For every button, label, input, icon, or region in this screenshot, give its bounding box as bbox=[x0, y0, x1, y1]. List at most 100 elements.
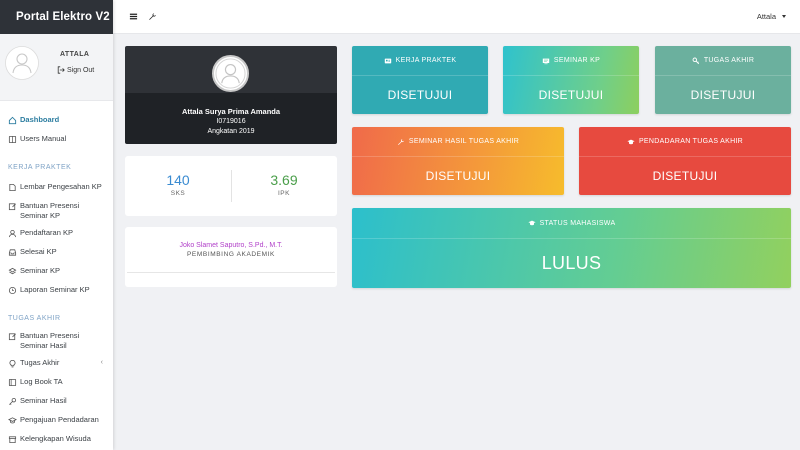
sidebar-item-label: Seminar KP bbox=[20, 266, 61, 275]
lightbulb-icon bbox=[9, 359, 16, 367]
sidebar-item-label: Laporan Seminar KP bbox=[20, 285, 90, 294]
sidebar-item-label: Pengajuan Pendadaran bbox=[20, 415, 99, 424]
box-value: DISETUJUI bbox=[387, 88, 453, 102]
sign-out-label: Sign Out bbox=[67, 66, 95, 74]
profile-details: Attala Surya Prima Amanda I0719016 Angka… bbox=[125, 93, 337, 144]
nav-header-tugas-akhir: TUGAS AKHIR bbox=[8, 315, 61, 322]
sks-value: 140 bbox=[166, 172, 190, 188]
status-box-seminar-hasil[interactable]: SEMINAR HASIL TUGAS AKHIR DISETUJUI bbox=[352, 127, 564, 195]
advisor-name: Joko Slamet Saputro, S.Pd., M.T. bbox=[179, 242, 283, 249]
sks-label: SKS bbox=[170, 190, 186, 197]
layers-icon bbox=[8, 267, 17, 274]
wrench-icon[interactable] bbox=[148, 12, 157, 21]
profile-name: Attala Surya Prima Amanda bbox=[181, 107, 281, 116]
sidebar-item-users-manual[interactable]: Users Manual bbox=[0, 134, 113, 144]
sidebar-item-label: Selesai KP bbox=[20, 247, 57, 256]
box-value: DISETUJUI bbox=[690, 88, 756, 102]
book-icon bbox=[8, 135, 17, 143]
sidebar-item-seminar-kp[interactable]: Seminar KP bbox=[0, 266, 113, 276]
status-box-seminar-kp[interactable]: SEMINAR KP DISETUJUI bbox=[503, 46, 639, 114]
key-icon bbox=[9, 397, 17, 405]
profile-card: Attala Surya Prima Amanda I0719016 Angka… bbox=[125, 46, 337, 144]
ipk-label: IPK bbox=[278, 190, 290, 197]
box-header: SEMINAR KP bbox=[503, 46, 639, 75]
box-title: PENDADARAN TUGAS AKHIR bbox=[638, 138, 744, 145]
user-icon bbox=[8, 229, 17, 237]
box-value: DISETUJUI bbox=[425, 169, 491, 183]
app-title[interactable]: Portal Elektro V2 bbox=[0, 0, 113, 34]
box-value: LULUS bbox=[541, 253, 602, 273]
sidebar-item-pengajuan-pendadaran[interactable]: Pengajuan Pendadaran bbox=[0, 415, 113, 425]
hamburger-icon[interactable] bbox=[129, 12, 138, 21]
sidebar-item-seminar-hasil[interactable]: Seminar Hasil bbox=[0, 396, 113, 406]
sidebar-item-label: Users Manual bbox=[20, 134, 67, 143]
sidebar-item-label: Bantuan Presensi Seminar Hasil bbox=[20, 331, 80, 350]
status-box-kerja-praktek[interactable]: KERJA PRAKTEK DISETUJUI bbox=[352, 46, 488, 114]
box-title: SEMINAR HASIL TUGAS AKHIR bbox=[408, 138, 520, 145]
chevron-left-icon: ‹ bbox=[100, 359, 103, 366]
stats-card: 140 SKS 3.69 IPK bbox=[125, 156, 337, 216]
sidebar-user-name: ATTALA bbox=[60, 51, 90, 58]
sign-out-link[interactable]: Sign Out bbox=[57, 66, 94, 74]
topbar: Attala bbox=[113, 0, 800, 34]
sidebar-item-label: Pendaftaran KP bbox=[20, 228, 73, 237]
sidebar-item-bantuan-presensi-seminar-kp[interactable]: Bantuan Presensi Seminar KP bbox=[0, 201, 113, 221]
advisor-card: Joko Slamet Saputro, S.Pd., M.T. PEMBIMB… bbox=[125, 227, 337, 287]
advisor-role: PEMBIMBING AKADEMIK bbox=[187, 251, 275, 258]
sidebar-item-kelengkapan-wisuda[interactable]: Kelengkapan Wisuda bbox=[0, 434, 113, 444]
box-value: DISETUJUI bbox=[538, 88, 604, 102]
archive-icon bbox=[8, 435, 17, 443]
caret-down-icon[interactable] bbox=[782, 15, 786, 18]
wrench-icon bbox=[397, 138, 405, 145]
sidebar-item-bantuan-presensi-seminar-hasil[interactable]: Bantuan Presensi Seminar Hasil bbox=[0, 331, 113, 351]
dashboard-icon bbox=[8, 116, 17, 124]
sidebar-item-label: Kelengkapan Wisuda bbox=[20, 434, 91, 443]
status-box-tugas-akhir[interactable]: TUGAS AKHIR DISETUJUI bbox=[655, 46, 791, 114]
profile-avatar-icon bbox=[212, 55, 249, 92]
box-header: KERJA PRAKTEK bbox=[352, 46, 488, 75]
edit-icon bbox=[8, 202, 16, 210]
sks-stat: 140 SKS bbox=[125, 172, 231, 198]
ipk-value: 3.69 bbox=[270, 172, 298, 188]
user-panel: ATTALA Sign Out bbox=[0, 34, 113, 101]
divider bbox=[127, 272, 335, 273]
sidebar-item-label: Dashboard bbox=[20, 115, 60, 124]
clock-icon bbox=[8, 286, 17, 294]
inbox-icon bbox=[8, 248, 17, 256]
sidebar-item-label: Lembar Pengesahan KP bbox=[20, 182, 102, 191]
sidebar-item-label: Bantuan Presensi Seminar KP bbox=[20, 201, 80, 220]
sign-out-icon bbox=[57, 66, 65, 74]
sidebar-item-label: Log Book TA bbox=[20, 377, 63, 386]
graduation-cap-icon bbox=[527, 220, 536, 226]
sidebar-item-selesai-kp[interactable]: Selesai KP bbox=[0, 247, 113, 257]
box-title: SEMINAR KP bbox=[553, 57, 601, 64]
sidebar-item-dashboard[interactable]: Dashboard bbox=[0, 115, 113, 125]
user-avatar-icon bbox=[5, 46, 39, 80]
sidebar-item-log-book-ta[interactable]: Log Book TA bbox=[0, 377, 113, 387]
sidebar-item-pendaftaran-kp[interactable]: Pendaftaran KP bbox=[0, 228, 113, 238]
sidebar-item-tugas-akhir[interactable]: Tugas Akhir ‹ bbox=[0, 358, 113, 368]
graduation-cap-icon bbox=[627, 139, 635, 144]
topbar-user-menu[interactable]: Attala bbox=[757, 12, 776, 21]
key-icon bbox=[692, 57, 699, 64]
box-header: TUGAS AKHIR bbox=[655, 46, 791, 75]
profile-nim: I0719016 bbox=[216, 118, 246, 125]
edit-icon bbox=[8, 332, 16, 340]
sidebar-item-laporan-seminar-kp[interactable]: Laporan Seminar KP bbox=[0, 285, 113, 295]
status-box-status-mahasiswa[interactable]: STATUS MAHASISWA LULUS bbox=[352, 208, 791, 288]
graduation-cap-icon bbox=[8, 416, 17, 423]
profile-angkatan: Angkatan 2019 bbox=[207, 128, 255, 135]
box-title: TUGAS AKHIR bbox=[703, 57, 755, 64]
sidebar-item-label: Seminar Hasil bbox=[20, 396, 67, 405]
box-title: STATUS MAHASISWA bbox=[539, 219, 616, 227]
box-header: PENDADARAN TUGAS AKHIR bbox=[579, 127, 791, 156]
sidebar-item-lembar-pengesahan-kp[interactable]: Lembar Pengesahan KP bbox=[0, 182, 113, 192]
book-icon bbox=[8, 378, 17, 386]
box-header: STATUS MAHASISWA bbox=[352, 208, 791, 238]
nav-header-kerja-praktek: KERJA PRAKTEK bbox=[8, 164, 72, 171]
box-value: DISETUJUI bbox=[652, 169, 718, 183]
id-card-icon bbox=[384, 58, 391, 63]
status-box-pendadaran[interactable]: PENDADARAN TUGAS AKHIR DISETUJUI bbox=[579, 127, 791, 195]
chalkboard-icon bbox=[542, 58, 550, 64]
ipk-stat: 3.69 IPK bbox=[231, 172, 337, 198]
